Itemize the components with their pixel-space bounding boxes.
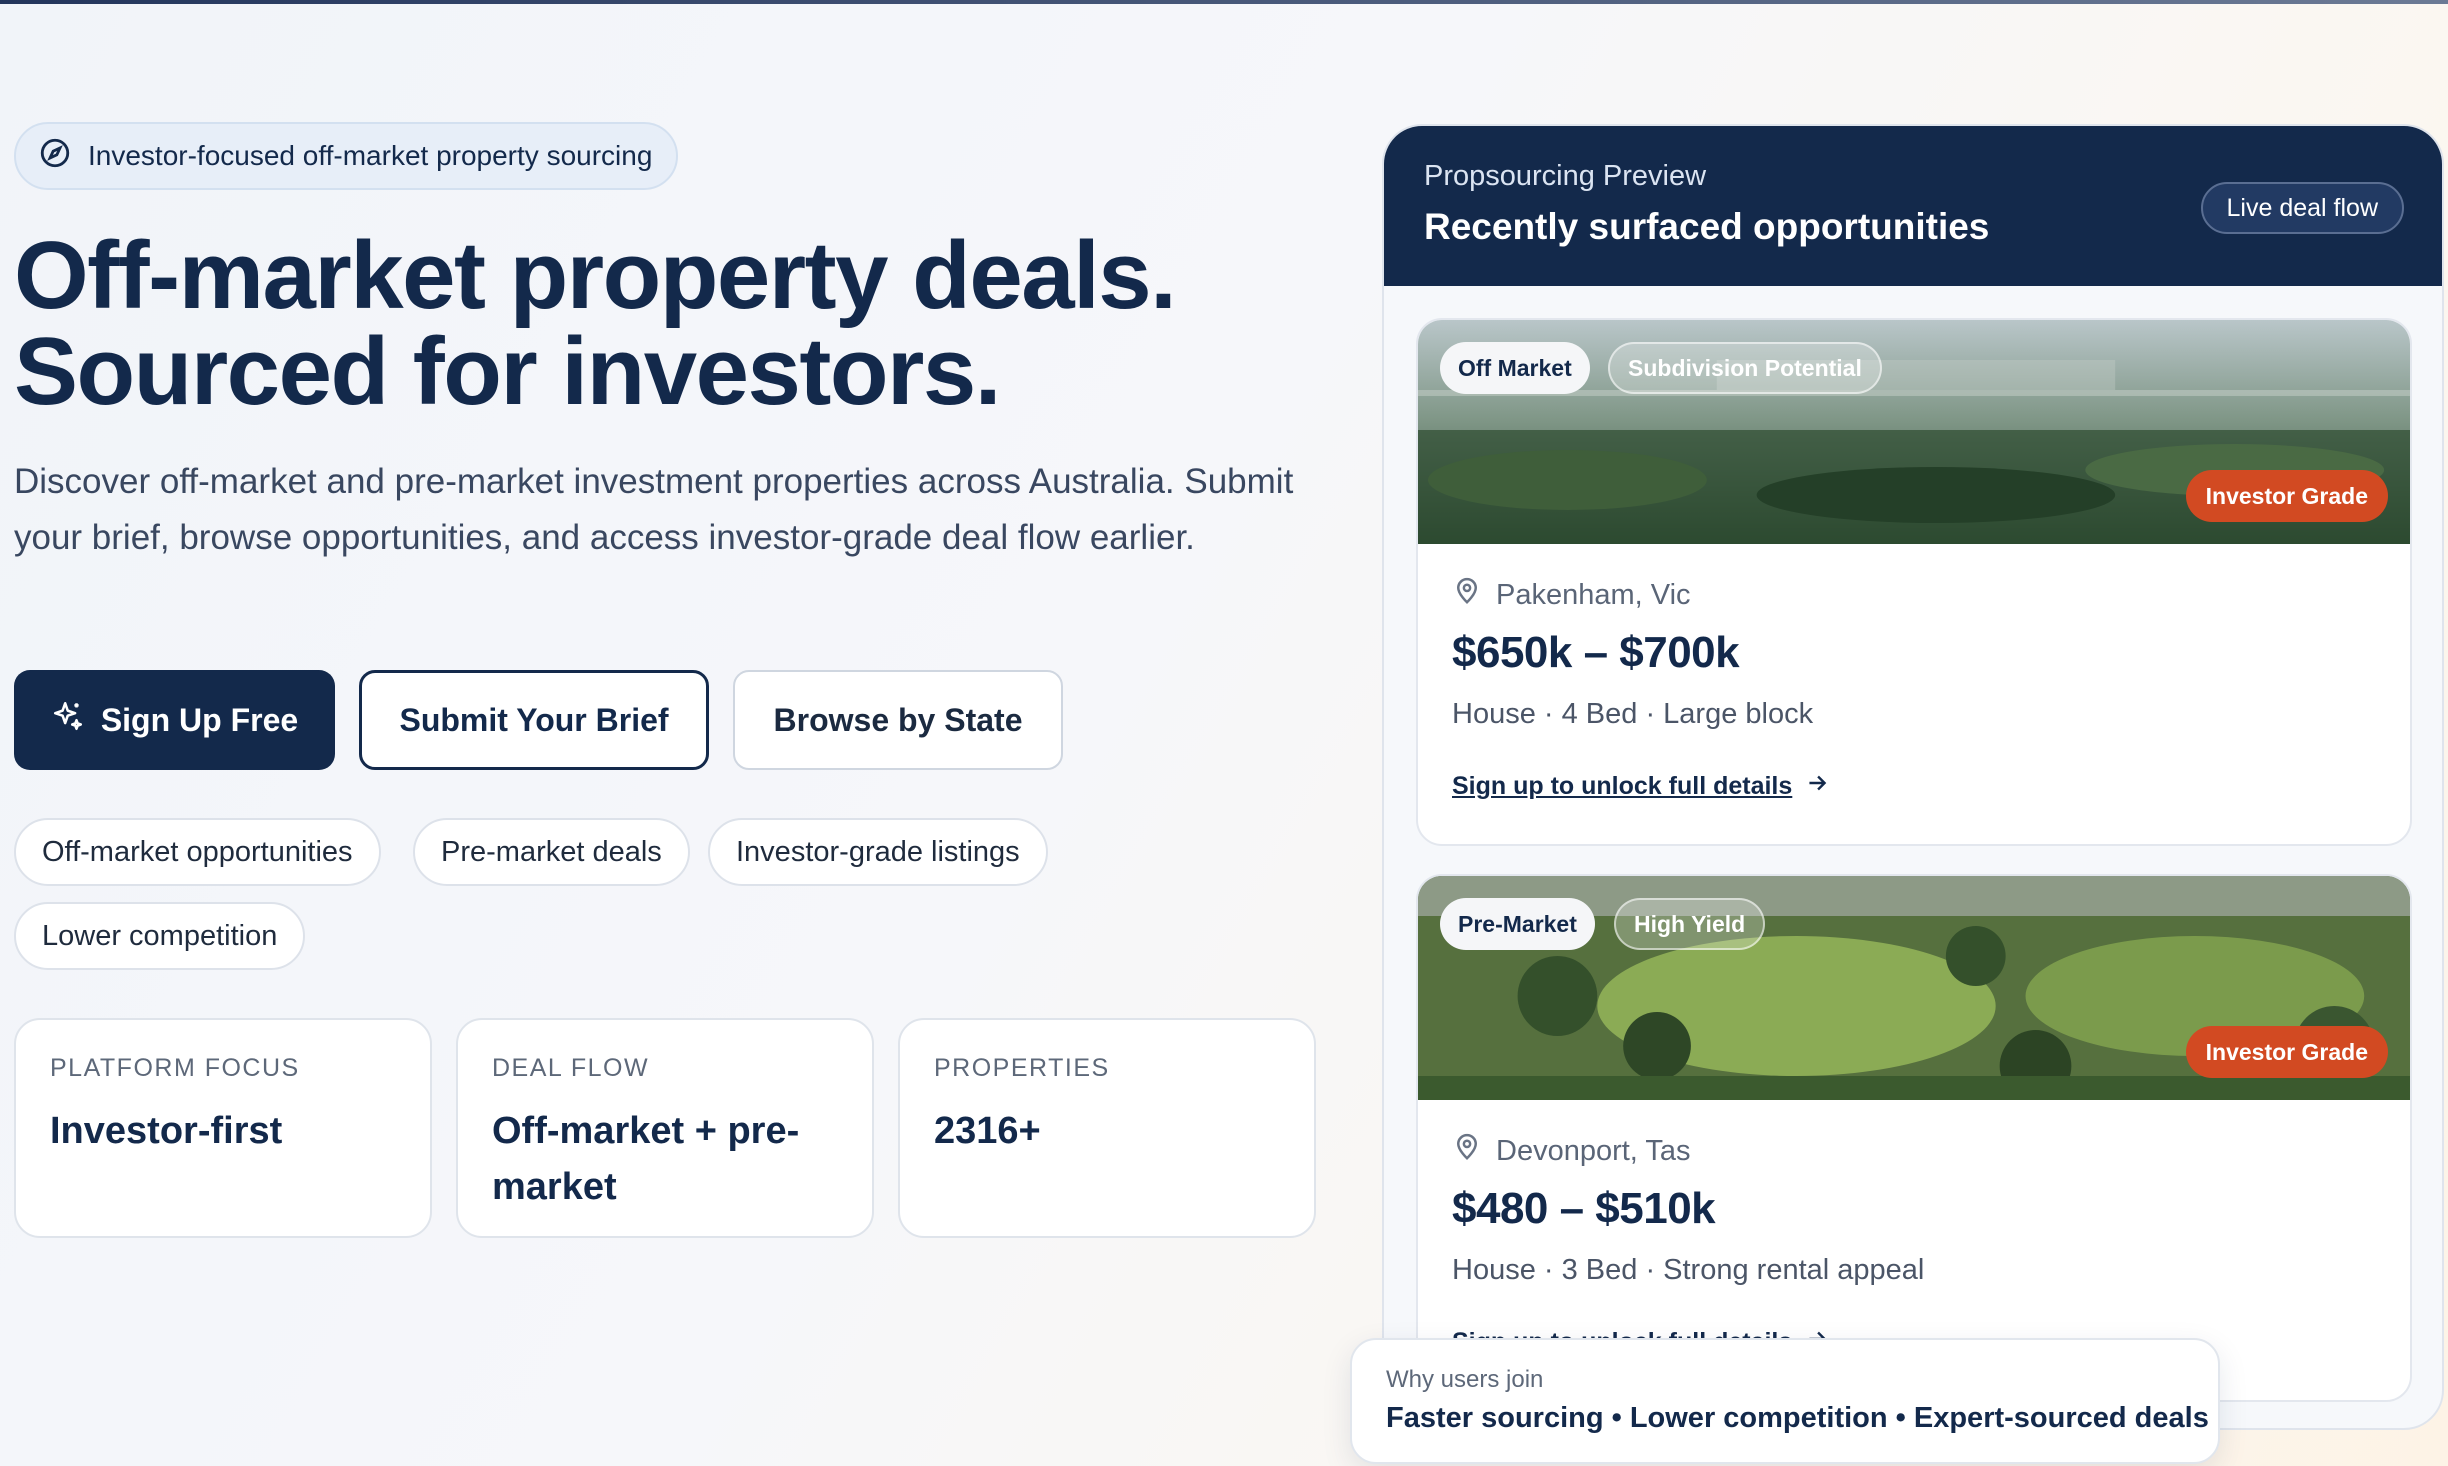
listing-type-badge: Pre-Market xyxy=(1440,898,1595,950)
property-card[interactable]: Pre-Market High Yield Investor Grade Dev… xyxy=(1416,874,2412,1402)
sign-up-free-label: Sign Up Free xyxy=(100,701,299,738)
tag-lower-competition: Lower competition xyxy=(14,902,306,970)
investor-grade-badge: Investor Grade xyxy=(2185,470,2388,522)
browse-by-state-button[interactable]: Browse by State xyxy=(733,670,1063,770)
stat-card-properties: PROPERTIES 2316+ xyxy=(898,1018,1316,1238)
property-price: $480 – $510k xyxy=(1452,1184,1716,1233)
stat-card-deal-flow: DEAL FLOW Off-market + pre-market xyxy=(456,1018,874,1238)
property-image-aerial-farm: Pre-Market High Yield Investor Grade xyxy=(1418,876,2410,1100)
tag-investor-grade: Investor-grade listings xyxy=(708,818,1048,886)
property-card[interactable]: Off Market Subdivision Potential Investo… xyxy=(1416,318,2412,846)
why-label: Why users join xyxy=(1386,1366,1544,1393)
hero-eyebrow-pill: Investor-focused off-market property sou… xyxy=(14,122,679,190)
sign-up-free-button[interactable]: Sign Up Free xyxy=(14,670,335,770)
arrow-right-icon xyxy=(1804,770,1830,803)
property-image-aerial-land: Off Market Subdivision Potential Investo… xyxy=(1418,320,2410,544)
location-pin-icon xyxy=(1452,1132,1482,1170)
preview-panel-header: Propsourcing Preview Recently surfaced o… xyxy=(1384,126,2442,286)
why-users-join-card: Why users join Faster sourcing • Lower c… xyxy=(1350,1338,2220,1464)
stat-value: Investor-first xyxy=(50,1110,283,1152)
location-text: Pakenham, Vic xyxy=(1496,578,1691,611)
property-meta: House · 4 Bed · Large block xyxy=(1452,698,1814,730)
stat-card-platform-focus: PLATFORM FOCUS Investor-first xyxy=(14,1018,432,1238)
stat-value: 2316+ xyxy=(934,1110,1041,1152)
sparkle-icon xyxy=(51,699,85,741)
live-deal-flow-badge: Live deal flow xyxy=(2200,182,2404,234)
preview-eyebrow: Propsourcing Preview xyxy=(1424,160,1707,192)
top-accent-line xyxy=(0,0,2448,4)
hero-subtitle: Discover off-market and pre-market inves… xyxy=(14,462,1294,557)
property-meta: House · 3 Bed · Strong rental appeal xyxy=(1452,1254,1925,1286)
feature-badge: Subdivision Potential xyxy=(1608,342,1882,394)
hero-title-line-1: Off-market property deals. xyxy=(14,222,1177,329)
location-pin-icon xyxy=(1452,576,1482,614)
tag-pre-market: Pre-market deals xyxy=(413,818,690,886)
hero-title-line-2: Sourced for investors. xyxy=(14,318,1001,425)
stat-value: Off-market + pre-market xyxy=(492,1110,800,1208)
submit-brief-button[interactable]: Submit Your Brief xyxy=(359,670,709,770)
property-price: $650k – $700k xyxy=(1452,628,1740,677)
hero-title: Off-market property deals. Sourced for i… xyxy=(14,228,1314,420)
tag-off-market: Off-market opportunities xyxy=(14,818,381,886)
stat-label: DEAL FLOW xyxy=(492,1054,650,1082)
unlock-details-link[interactable]: Sign up to unlock full details xyxy=(1452,770,1830,803)
compass-icon xyxy=(38,136,72,177)
investor-grade-badge: Investor Grade xyxy=(2185,1026,2388,1078)
preview-panel: Propsourcing Preview Recently surfaced o… xyxy=(1382,124,2444,1430)
property-location: Devonport, Tas xyxy=(1452,1132,1691,1170)
preview-title: Recently surfaced opportunities xyxy=(1424,206,1990,247)
stat-label: PLATFORM FOCUS xyxy=(50,1054,300,1082)
property-location: Pakenham, Vic xyxy=(1452,576,1691,614)
feature-badge: High Yield xyxy=(1614,898,1766,950)
why-text: Faster sourcing • Lower competition • Ex… xyxy=(1386,1402,2209,1434)
stat-label: PROPERTIES xyxy=(934,1054,1110,1082)
unlock-details-label: Sign up to unlock full details xyxy=(1452,772,1793,800)
location-text: Devonport, Tas xyxy=(1496,1134,1691,1167)
listing-type-badge: Off Market xyxy=(1440,342,1590,394)
hero-eyebrow-text: Investor-focused off-market property sou… xyxy=(88,140,653,171)
